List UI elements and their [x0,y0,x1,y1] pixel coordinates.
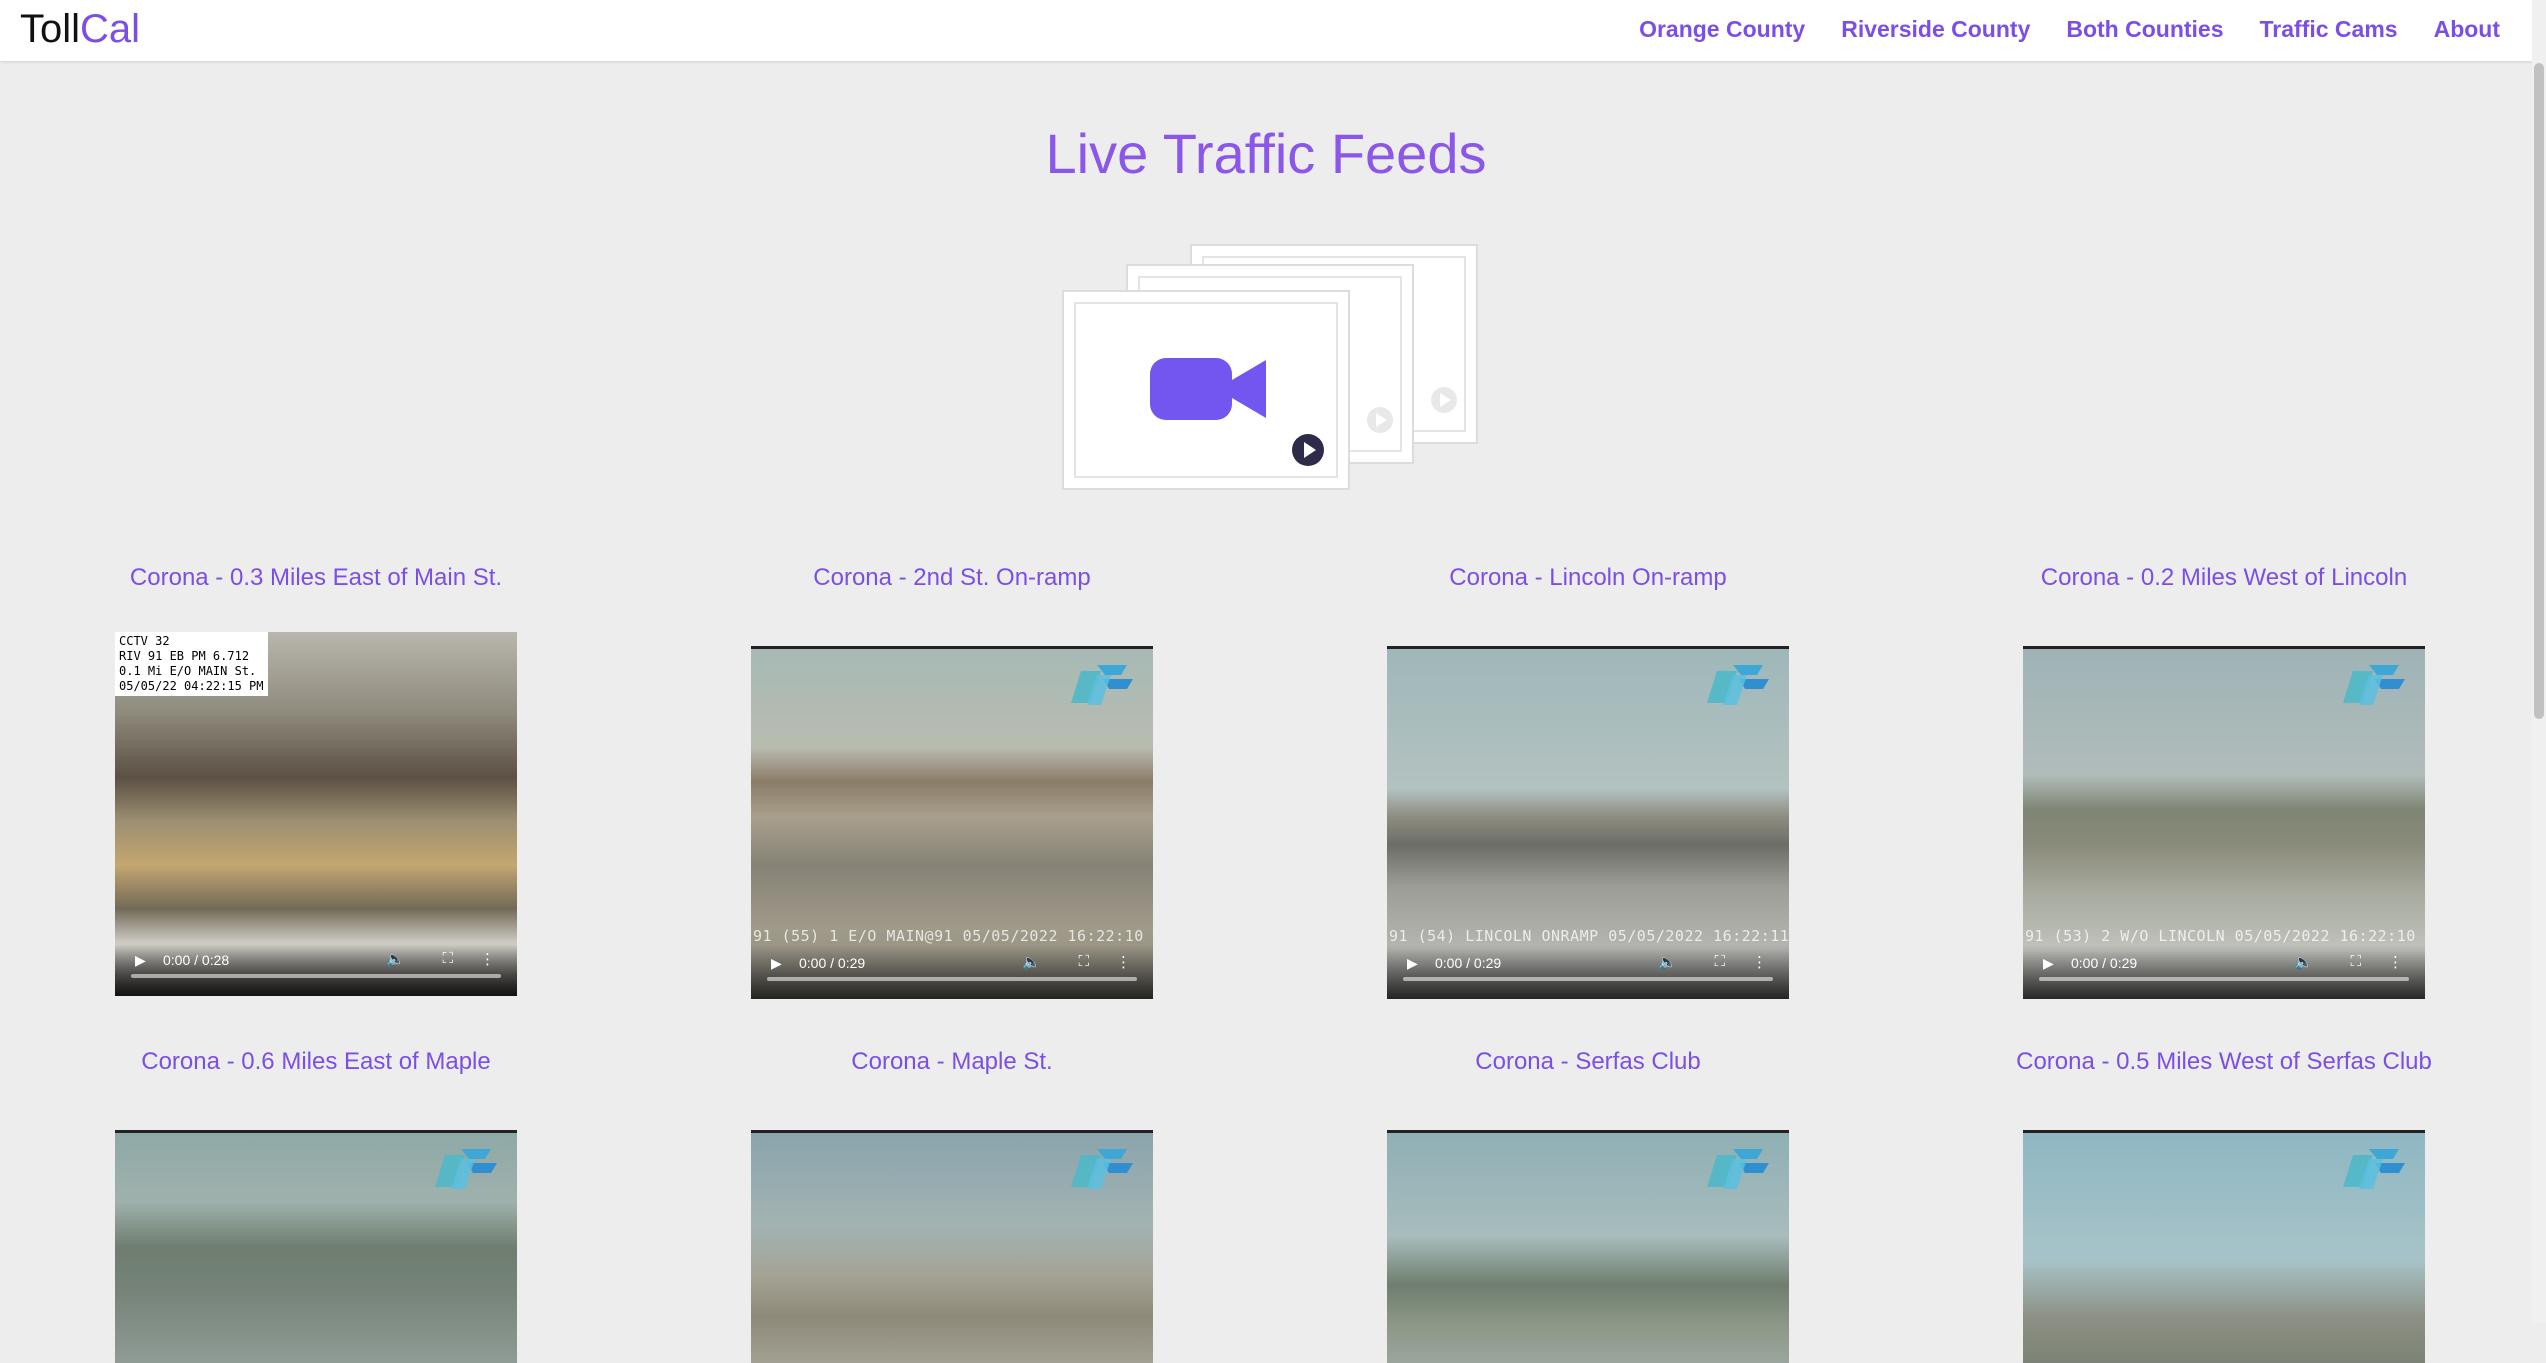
scrollbar-thumb[interactable] [2534,63,2544,719]
video-camera-icon [1150,358,1266,420]
camera-timestamp-overlay: 91 (53) 2 W/O LINCOLN 05/05/2022 16:22:1… [2025,927,2416,945]
camera-timestamp-overlay: 91 (55) 1 E/O MAIN@91 05/05/2022 16:22:1… [753,927,1144,945]
video-controls: ▶ 0:00 / 0:29 🔈 ⛶ ⋮ [2023,945,2425,999]
fullscreen-icon[interactable]: ⛶ [442,950,453,967]
caltrans-logo-icon [2343,1149,2405,1189]
camera-item: Corona - Serfas Club [1318,1047,1858,1077]
fullscreen-icon[interactable]: ⛶ [1078,953,1089,970]
brand-part-toll: Toll [20,7,81,51]
play-icon [1367,407,1393,433]
play-icon[interactable]: ▶ [135,952,146,969]
camera-video-player[interactable] [1387,1130,1789,1363]
camera-video-player[interactable]: 91 (53) 2 W/O LINCOLN 05/05/2022 16:22:1… [2023,646,2425,999]
camera-title: Corona - Maple St. [851,1048,1053,1075]
play-icon[interactable]: ▶ [771,955,782,972]
caltrans-logo-icon [2343,665,2405,705]
camera-item: Corona - 0.2 Miles West of Lincoln [1954,563,2494,593]
camera-video-player[interactable] [115,1130,517,1363]
more-options-icon[interactable]: ⋮ [1752,953,1767,971]
camera-title: Corona - Lincoln On-ramp [1449,564,1727,591]
page-scrollbar[interactable] [2532,0,2546,1323]
camera-item: Corona - 0.6 Miles East of Maple [46,1047,586,1077]
caltrans-logo-icon [435,1149,497,1189]
camera-item: Corona - 0.3 Miles East of Main St. [46,563,586,593]
fullscreen-icon[interactable]: ⛶ [1714,953,1725,970]
nav-orange-county[interactable]: Orange County [1639,16,1805,43]
brand-part-cal: Cal [80,7,141,51]
camera-title: Corona - 0.6 Miles East of Maple [141,1048,491,1075]
video-time: 0:00 / 0:28 [163,952,230,968]
camera-video-player[interactable]: 91 (54) LINCOLN ONRAMP 05/05/2022 16:22:… [1387,646,1789,999]
camera-title: Corona - 2nd St. On-ramp [813,564,1091,591]
camera-title: Corona - Serfas Club [1475,1048,1701,1075]
caltrans-logo-icon [1071,665,1133,705]
camera-item: Corona - 0.5 Miles West of Serfas Club [1954,1047,2494,1077]
more-options-icon[interactable]: ⋮ [1116,953,1131,971]
video-progress-bar[interactable] [2039,977,2409,981]
navbar: TollCal Orange County Riverside County B… [0,0,2546,61]
play-icon[interactable]: ▶ [2043,955,2054,972]
camera-video-player[interactable] [2023,1130,2425,1363]
video-controls: ▶ 0:00 / 0:29 🔈 ⛶ ⋮ [1387,945,1789,999]
volume-icon[interactable]: 🔈 [2294,953,2313,971]
play-icon[interactable]: ▶ [1407,955,1418,972]
video-progress-bar[interactable] [767,977,1137,981]
nav-both-counties[interactable]: Both Counties [2066,16,2223,43]
caltrans-logo-icon [1707,665,1769,705]
camera-video-player[interactable]: 91 (55) 1 E/O MAIN@91 05/05/2022 16:22:1… [751,646,1153,999]
video-time: 0:00 / 0:29 [1435,955,1502,971]
fullscreen-icon[interactable]: ⛶ [2350,953,2361,970]
video-time: 0:00 / 0:29 [799,955,866,971]
caltrans-logo-icon [1707,1149,1769,1189]
camera-video-player[interactable] [751,1130,1153,1363]
brand-logo[interactable]: TollCal [20,6,140,52]
caltrans-logo-icon [1071,1149,1133,1189]
video-progress-bar[interactable] [131,974,501,978]
camera-item: Corona - Maple St. [682,1047,1222,1077]
page-title: Live Traffic Feeds [1045,122,1487,185]
camera-item: Corona - 2nd St. On-ramp [682,563,1222,593]
camera-video-player[interactable]: CCTV 32 RIV 91 EB PM 6.712 0.1 Mi E/O MA… [115,632,517,996]
volume-icon[interactable]: 🔈 [1022,953,1041,971]
nav-traffic-cams[interactable]: Traffic Cams [2260,16,2398,43]
video-progress-bar[interactable] [1403,977,1773,981]
camera-timestamp-overlay: 91 (54) LINCOLN ONRAMP 05/05/2022 16:22:… [1389,927,1789,945]
nav-about[interactable]: About [2434,16,2500,43]
camera-item: Corona - Lincoln On-ramp [1318,563,1858,593]
play-button-icon [1292,434,1324,466]
video-stack-illustration [1060,240,1480,500]
volume-icon[interactable]: 🔈 [1658,953,1677,971]
camera-title: Corona - 0.5 Miles West of Serfas Club [2016,1048,2432,1075]
more-options-icon[interactable]: ⋮ [2388,953,2403,971]
video-controls: ▶ 0:00 / 0:28 🔈 ⛶ ⋮ [115,942,517,996]
play-icon [1431,387,1457,413]
volume-icon[interactable]: 🔈 [386,950,405,968]
video-time: 0:00 / 0:29 [2071,955,2138,971]
nav-riverside-county[interactable]: Riverside County [1841,16,2030,43]
more-options-icon[interactable]: ⋮ [480,950,495,968]
video-card-front [1062,290,1350,490]
camera-info-overlay: CCTV 32 RIV 91 EB PM 6.712 0.1 Mi E/O MA… [115,632,268,696]
nav-links: Orange County Riverside County Both Coun… [1603,0,2500,58]
video-controls: ▶ 0:00 / 0:29 🔈 ⛶ ⋮ [751,945,1153,999]
camera-title: Corona - 0.2 Miles West of Lincoln [2040,564,2408,591]
camera-title: Corona - 0.3 Miles East of Main St. [129,564,503,591]
